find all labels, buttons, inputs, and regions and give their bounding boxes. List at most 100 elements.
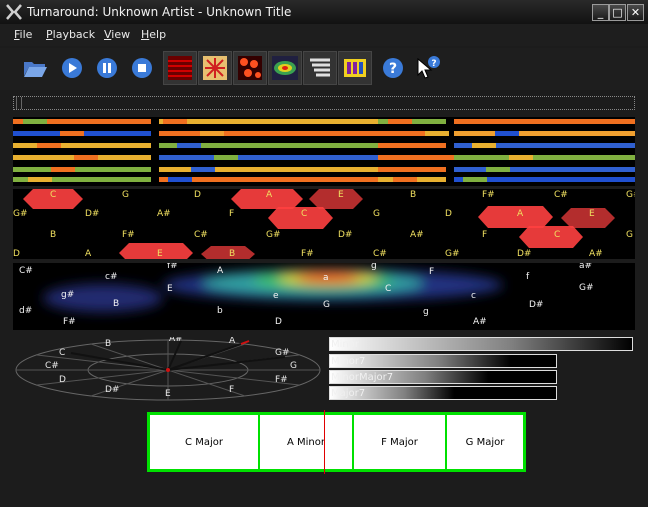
- close-icon[interactable]: ✕: [627, 4, 644, 21]
- chord-type-bar: MinorMajor7: [329, 370, 557, 384]
- note-label: G#: [626, 190, 635, 200]
- position-slider-handle[interactable]: [16, 97, 22, 109]
- note-label: B: [50, 230, 56, 240]
- note-label: F#: [482, 190, 495, 200]
- spectrogram-fleck: [37, 143, 61, 148]
- note-label: D: [13, 249, 20, 259]
- keymap-label: b: [217, 306, 223, 316]
- keymap-label: g: [423, 307, 429, 317]
- keymap-label: D#: [529, 300, 544, 310]
- note-label: A#: [157, 209, 171, 219]
- keymap-label: F#: [63, 317, 76, 327]
- bars-view-icon[interactable]: [303, 51, 337, 85]
- help-icon[interactable]: ?: [376, 51, 410, 85]
- chord-type-label: Minor: [331, 339, 359, 350]
- chord-type-bar: Minor7: [329, 354, 557, 368]
- note-label: F#: [122, 230, 135, 240]
- note-label: G#: [266, 230, 281, 240]
- menu-help[interactable]: Help: [141, 28, 166, 41]
- circle-note-label: B: [105, 339, 111, 349]
- note-label: C: [50, 190, 56, 200]
- spectrogram-fleck: [509, 155, 533, 160]
- circle-note-label: C#: [45, 361, 59, 371]
- whats-this-icon[interactable]: ?: [410, 51, 444, 85]
- note-label: A#: [589, 249, 603, 259]
- play-icon[interactable]: [55, 51, 89, 85]
- note-label: A: [517, 209, 524, 219]
- chords-view-icon[interactable]: [338, 51, 372, 85]
- keymap-view-icon[interactable]: [268, 51, 302, 85]
- spectrogram-band: [13, 167, 151, 172]
- note-label: B: [229, 249, 235, 259]
- menu-playback[interactable]: Playback: [46, 28, 95, 41]
- spectrogram-fleck: [74, 155, 98, 160]
- menu-view[interactable]: View: [104, 28, 130, 41]
- spectrogram-fleck: [23, 119, 47, 124]
- spectrogram-fleck: [28, 177, 52, 182]
- note-label: C: [301, 209, 307, 219]
- note-label: D#: [517, 249, 531, 259]
- maximize-icon[interactable]: □: [609, 4, 626, 21]
- chord-progression: C Major A Minor F Major G Major: [147, 412, 526, 472]
- stop-icon[interactable]: [125, 51, 159, 85]
- keymap-label: D: [275, 317, 282, 327]
- spectrogram-fleck: [177, 143, 201, 148]
- keymap-label: E: [167, 284, 173, 294]
- chord-cell[interactable]: F Major: [354, 415, 447, 469]
- spectrogram-band: [159, 155, 378, 160]
- chord-type-bars: Minor Minor7 MinorMajor7 Major7: [329, 337, 639, 407]
- circle-of-fifths-view: B A# A C G# C# G D F# D# E F: [15, 337, 321, 401]
- keymap-label: c: [471, 291, 476, 301]
- circle-view-icon[interactable]: [198, 51, 232, 85]
- keymap-label: A: [217, 266, 224, 276]
- note-label: G: [373, 209, 380, 219]
- spectrogram-fleck: [214, 155, 238, 160]
- spectrogram-fleck: [60, 131, 84, 136]
- spectrogram-view-icon[interactable]: [163, 51, 197, 85]
- note-label: C#: [373, 249, 387, 259]
- menu-bar: [0, 24, 648, 46]
- note-label: A: [266, 190, 273, 200]
- note-label: G: [122, 190, 129, 200]
- keymap-label: c#: [105, 272, 118, 282]
- note-label: C#: [194, 230, 208, 240]
- keymap-label: f: [526, 272, 530, 282]
- spectrogram-band: [454, 131, 635, 136]
- notes-view-icon[interactable]: [233, 51, 267, 85]
- note-label: E: [157, 249, 163, 259]
- keymap-label: C#: [19, 266, 33, 276]
- circle-note-label: E: [165, 389, 171, 399]
- svg-text:?: ?: [389, 61, 397, 77]
- menu-file[interactable]: File: [14, 28, 32, 41]
- spectrogram-fleck: [416, 167, 440, 172]
- chord-cell[interactable]: C Major: [150, 415, 260, 469]
- keymap-label: d#: [19, 306, 33, 316]
- spectrogram-band: [378, 155, 446, 160]
- pause-icon[interactable]: [90, 51, 124, 85]
- keymap-label: e: [273, 291, 279, 301]
- note-label: C#: [554, 190, 568, 200]
- window-title: Turnaround: Unknown Artist - Unknown Tit…: [27, 5, 292, 19]
- note-label: F#: [301, 249, 314, 259]
- chord-cell[interactable]: A Minor: [260, 415, 354, 469]
- note-label: E: [589, 209, 595, 219]
- note-label: F: [229, 209, 234, 219]
- app-logo-icon: [6, 4, 22, 20]
- minimize-icon[interactable]: _: [592, 4, 609, 21]
- keymap-label: A#: [473, 317, 487, 327]
- playhead-marker: [324, 410, 325, 474]
- position-slider[interactable]: [13, 96, 635, 110]
- note-label: G#: [13, 209, 28, 219]
- note-label: E: [338, 190, 344, 200]
- keymap-label: F: [429, 267, 435, 277]
- spectrogram-fleck: [393, 177, 417, 182]
- spectrogram-band: [454, 167, 635, 172]
- chord-cell[interactable]: G Major: [447, 415, 523, 469]
- spectrogram-view: [13, 117, 635, 186]
- keymap-label: a#: [579, 263, 593, 271]
- open-folder-icon[interactable]: [18, 51, 52, 85]
- spectrogram-fleck: [486, 167, 510, 172]
- note-label: A#: [410, 230, 424, 240]
- spectrogram-fleck: [200, 131, 224, 136]
- circle-note-label: G: [290, 361, 297, 371]
